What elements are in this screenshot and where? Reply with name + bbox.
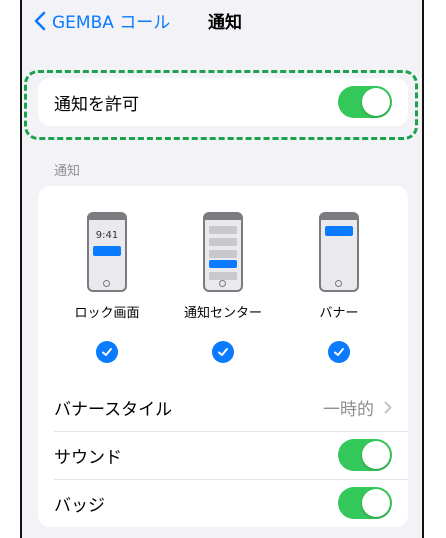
badge-toggle[interactable] [338, 487, 392, 519]
style-label-lock-screen: ロック画面 [74, 306, 140, 321]
checkmark-icon[interactable] [328, 341, 350, 363]
notification-center-preview [203, 212, 243, 292]
style-label-banner: バナー [319, 306, 359, 321]
nav-bar: GEMBA コール 通知 [22, 0, 422, 40]
style-lock-screen[interactable]: 9:41 ロック画面 [52, 212, 162, 363]
lock-screen-preview: 9:41 [87, 212, 127, 292]
sound-toggle[interactable] [338, 439, 392, 471]
banner-style-value: 一時的 [323, 399, 374, 420]
back-label: GEMBA コール [52, 13, 171, 33]
preview-time: 9:41 [95, 230, 119, 241]
checkmark-icon[interactable] [212, 341, 234, 363]
highlight-outline [24, 70, 418, 140]
chevron-right-icon [384, 401, 392, 413]
settings-screen: GEMBA コール 通知 通知を許可 通知 9:41 ロック画面 通知センター … [20, 0, 424, 538]
section-label: 通知 [54, 164, 81, 179]
sound-row: サウンド [38, 431, 408, 479]
sound-label: サウンド [54, 447, 122, 468]
page-title: 通知 [208, 13, 242, 33]
badge-label: バッジ [54, 495, 105, 516]
style-notification-center[interactable]: 通知センター [168, 212, 278, 363]
style-label-notification-center: 通知センター [183, 306, 262, 321]
checkmark-icon[interactable] [96, 341, 118, 363]
banner-preview [319, 212, 359, 292]
notification-options-card: 9:41 ロック画面 通知センター バナー バナースタイル 一時的 サウンド バ… [38, 186, 408, 527]
banner-style-label: バナースタイル [54, 399, 173, 420]
chevron-left-icon [34, 11, 46, 30]
alert-styles: 9:41 ロック画面 通知センター バナー [38, 186, 408, 373]
style-banner[interactable]: バナー [284, 212, 394, 363]
badge-row: バッジ [38, 479, 408, 527]
back-button[interactable]: GEMBA コール [34, 8, 170, 33]
banner-style-row[interactable]: バナースタイル 一時的 [38, 383, 408, 431]
